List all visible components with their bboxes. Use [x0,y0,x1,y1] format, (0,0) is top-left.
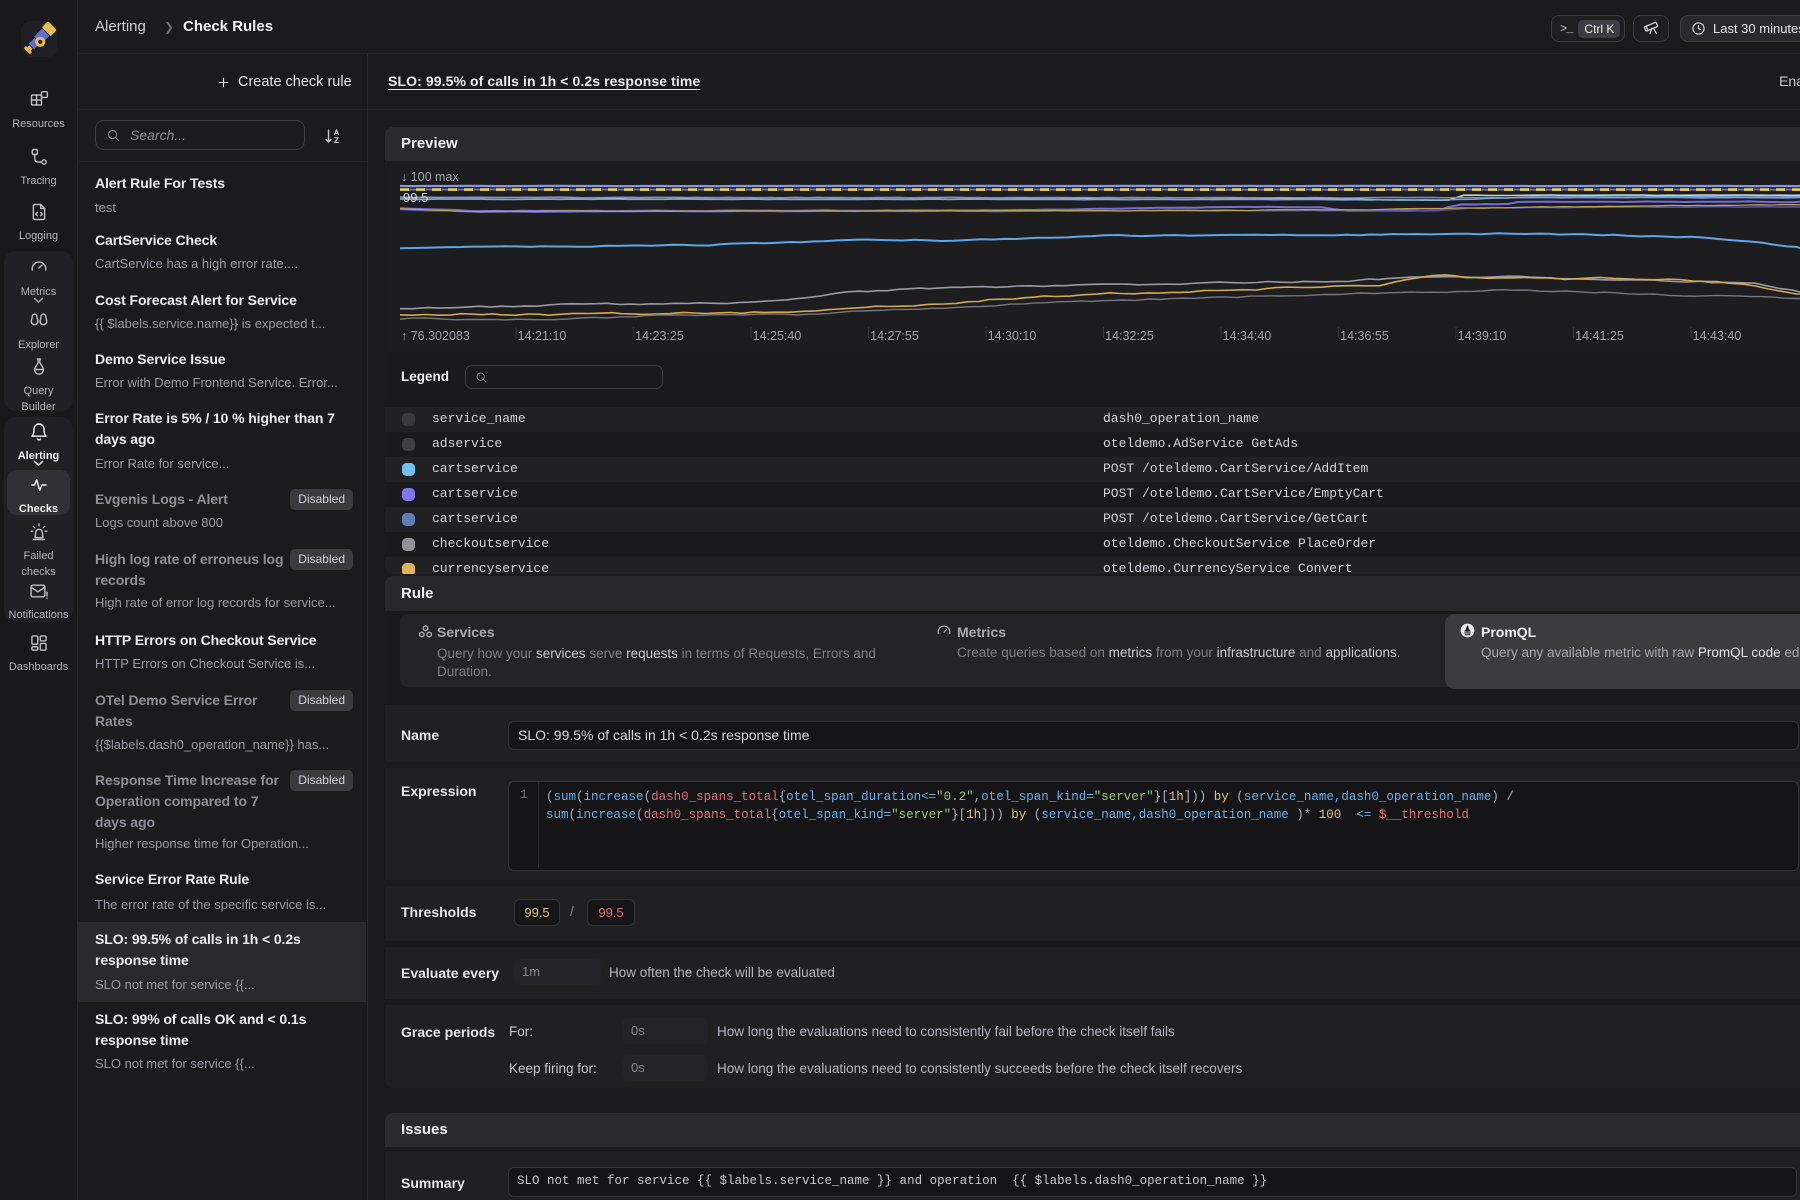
svg-text:↑ 76.302083: ↑ 76.302083 [401,329,470,343]
svg-text:14:32:25: 14:32:25 [1105,329,1154,343]
svg-text:14:30:10: 14:30:10 [988,329,1037,343]
svg-text:14:41:25: 14:41:25 [1575,329,1624,343]
svg-text:↓ 100 max: ↓ 100 max [401,170,459,184]
svg-text:14:36:55: 14:36:55 [1340,329,1389,343]
svg-text:14:43:40: 14:43:40 [1693,329,1742,343]
svg-text:14:23:25: 14:23:25 [635,329,684,343]
svg-text:14:34:40: 14:34:40 [1223,329,1272,343]
svg-text:14:21:10: 14:21:10 [518,329,567,343]
svg-text:14:39:10: 14:39:10 [1458,329,1507,343]
svg-text:14:27:55: 14:27:55 [870,329,919,343]
svg-text:99.5: 99.5 [403,190,428,205]
svg-text:14:25:40: 14:25:40 [753,329,802,343]
